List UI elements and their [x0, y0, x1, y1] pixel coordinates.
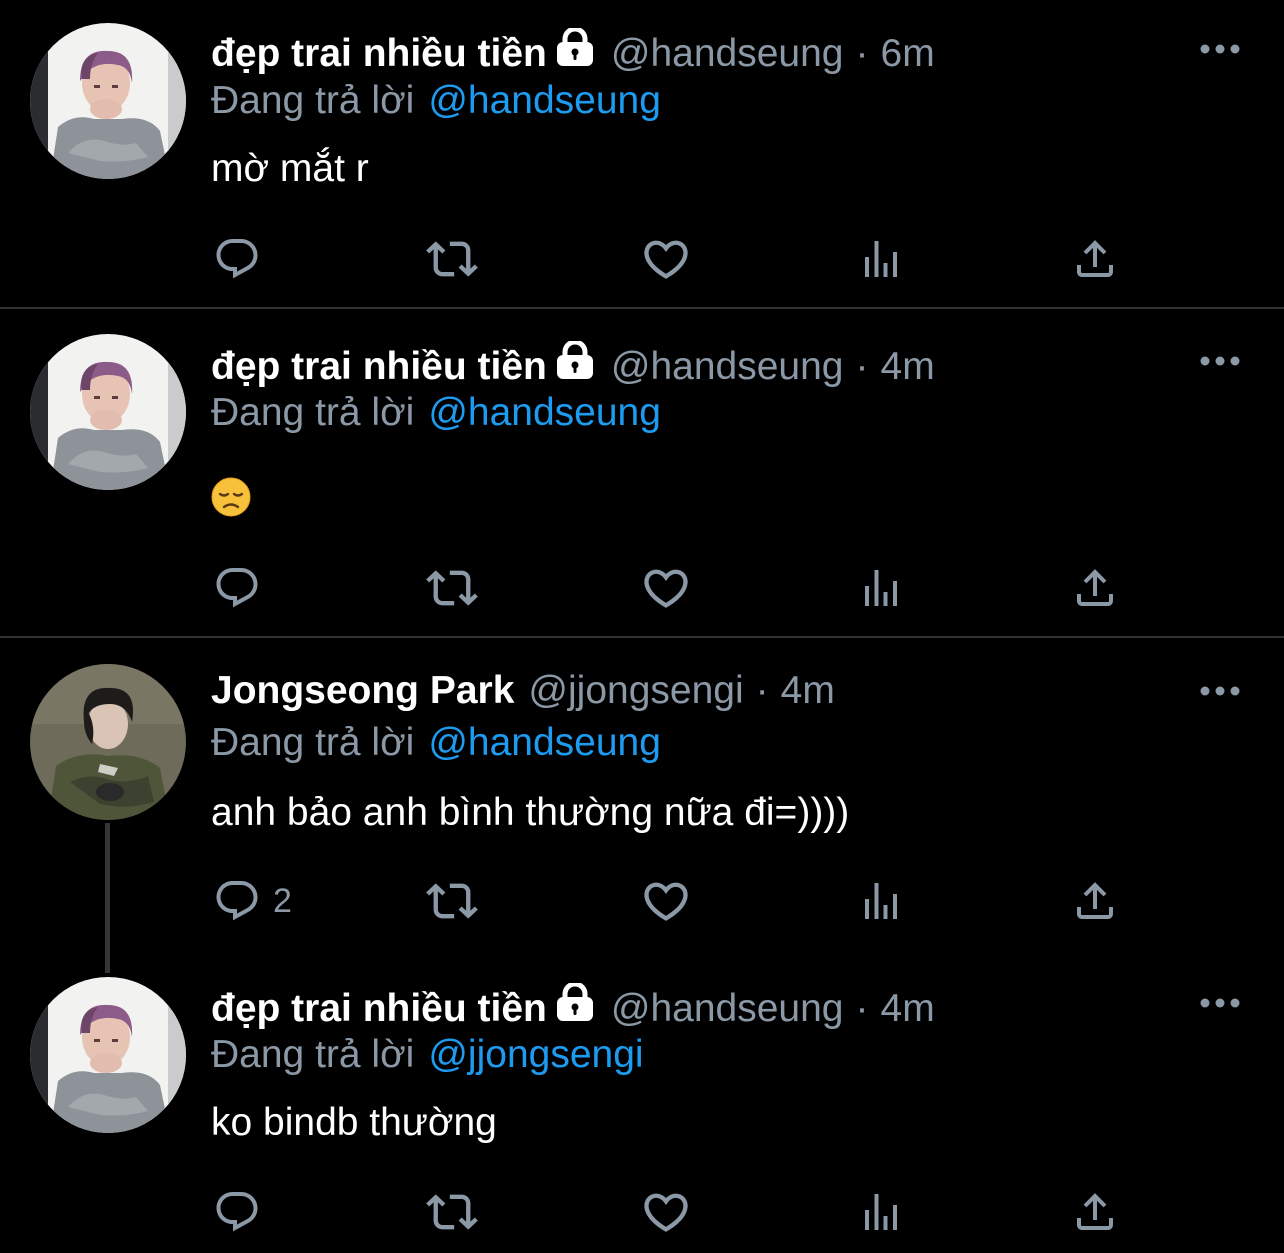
replying-label: Đang trả lời [211, 1033, 415, 1076]
tweet-header: Jongseong Park @jjongsengi · 4m [211, 667, 835, 715]
more-icon[interactable] [1196, 346, 1244, 376]
analytics-button[interactable] [857, 1182, 905, 1242]
separator-dot: · [855, 345, 869, 388]
like-icon [640, 233, 692, 285]
tweet-header: đẹp trai nhiều tiền @handseung · 6m [211, 28, 935, 80]
display-name[interactable]: đẹp trai nhiều tiền [211, 30, 547, 78]
more-icon[interactable] [1196, 34, 1244, 64]
timestamp[interactable]: 4m [881, 343, 935, 391]
share-icon [1071, 564, 1119, 612]
replying-handle-link[interactable]: @handseung [428, 79, 661, 122]
share-button[interactable] [1071, 871, 1119, 931]
reply-button[interactable] [213, 558, 261, 618]
analytics-icon [857, 564, 905, 612]
like-button[interactable] [640, 229, 692, 289]
replying-label: Đang trả lời [211, 391, 415, 434]
replying-to: Đang trả lời @handseung [211, 77, 661, 125]
reply-icon [213, 877, 261, 925]
display-name[interactable]: Jongseong Park [211, 667, 514, 715]
share-button[interactable] [1071, 1182, 1119, 1242]
retweet-button[interactable] [426, 229, 478, 289]
timestamp[interactable]: 4m [881, 985, 935, 1033]
replying-to: Đang trả lời @jjongsengi [211, 1031, 644, 1079]
reply-icon [213, 564, 261, 612]
replying-label: Đang trả lời [211, 79, 415, 122]
action-bar: 2 [0, 871, 1284, 931]
like-icon [640, 1186, 692, 1238]
timestamp[interactable]: 6m [881, 30, 935, 78]
like-button[interactable] [640, 558, 692, 618]
user-handle[interactable]: @handseung [611, 343, 844, 391]
separator-dot: · [855, 987, 869, 1030]
tweet-text: mờ mắt r [211, 147, 369, 190]
like-button[interactable] [640, 1182, 692, 1242]
share-icon [1071, 1188, 1119, 1236]
avatar[interactable] [30, 977, 186, 1133]
more-icon[interactable] [1196, 988, 1244, 1018]
lock-icon [555, 341, 595, 393]
lock-icon [555, 983, 595, 1035]
display-name[interactable]: đẹp trai nhiều tiền [211, 343, 547, 391]
replying-handle-link[interactable]: @handseung [428, 391, 661, 434]
like-button[interactable] [640, 871, 692, 931]
share-button[interactable] [1071, 558, 1119, 618]
retweet-button[interactable] [426, 871, 478, 931]
tweet-divider [0, 636, 1284, 638]
tweet[interactable]: đẹp trai nhiều tiền @handseung · 4m Đang… [0, 969, 1284, 1253]
reply-button[interactable]: 2 [213, 871, 292, 931]
retweet-icon [426, 875, 478, 927]
retweet-icon [426, 1186, 478, 1238]
avatar[interactable] [30, 23, 186, 179]
tweet-divider [0, 307, 1284, 309]
action-bar [0, 1182, 1284, 1242]
replying-to: Đang trả lời @handseung [211, 389, 661, 437]
share-button[interactable] [1071, 229, 1119, 289]
tweet[interactable]: Jongseong Park @jjongsengi · 4m Đang trả… [0, 639, 1284, 973]
user-handle[interactable]: @jjongsengi [528, 667, 743, 715]
share-icon [1071, 235, 1119, 283]
tweet-text: ko bindb thường [211, 1101, 497, 1144]
tweet[interactable]: đẹp trai nhiều tiền @handseung · 4m Đang… [0, 310, 1284, 638]
analytics-button[interactable] [857, 871, 905, 931]
reply-icon [213, 235, 261, 283]
lock-icon [555, 28, 595, 80]
action-bar [0, 229, 1284, 289]
separator-dot: · [755, 669, 769, 712]
replying-handle-link[interactable]: @handseung [428, 721, 661, 764]
separator-dot: · [855, 32, 869, 75]
replying-handle-link[interactable]: @jjongsengi [428, 1033, 643, 1076]
reply-count: 2 [273, 881, 292, 920]
more-icon[interactable] [1196, 676, 1244, 706]
tweet-text [211, 477, 251, 529]
avatar[interactable] [30, 664, 186, 820]
share-icon [1071, 877, 1119, 925]
disappointed-face-emoji [211, 477, 251, 517]
like-icon [640, 875, 692, 927]
analytics-icon [857, 1188, 905, 1236]
tweet-header: đẹp trai nhiều tiền @handseung · 4m [211, 983, 935, 1035]
reply-button[interactable] [213, 229, 261, 289]
reply-icon [213, 1188, 261, 1236]
tweet-text: anh bảo anh bình thường nữa đi=)))) [211, 791, 850, 834]
analytics-icon [857, 235, 905, 283]
retweet-button[interactable] [426, 1182, 478, 1242]
tweet-header: đẹp trai nhiều tiền @handseung · 4m [211, 341, 935, 393]
tweet[interactable]: đẹp trai nhiều tiền @handseung · 6m Đang… [0, 0, 1284, 309]
analytics-button[interactable] [857, 229, 905, 289]
retweet-icon [426, 562, 478, 614]
analytics-button[interactable] [857, 558, 905, 618]
retweet-icon [426, 233, 478, 285]
like-icon [640, 562, 692, 614]
replying-label: Đang trả lời [211, 721, 415, 764]
action-bar [0, 558, 1284, 618]
user-handle[interactable]: @handseung [611, 985, 844, 1033]
analytics-icon [857, 877, 905, 925]
retweet-button[interactable] [426, 558, 478, 618]
reply-button[interactable] [213, 1182, 261, 1242]
timestamp[interactable]: 4m [781, 667, 835, 715]
replying-to: Đang trả lời @handseung [211, 719, 661, 767]
user-handle[interactable]: @handseung [611, 30, 844, 78]
display-name[interactable]: đẹp trai nhiều tiền [211, 985, 547, 1033]
avatar[interactable] [30, 334, 186, 490]
